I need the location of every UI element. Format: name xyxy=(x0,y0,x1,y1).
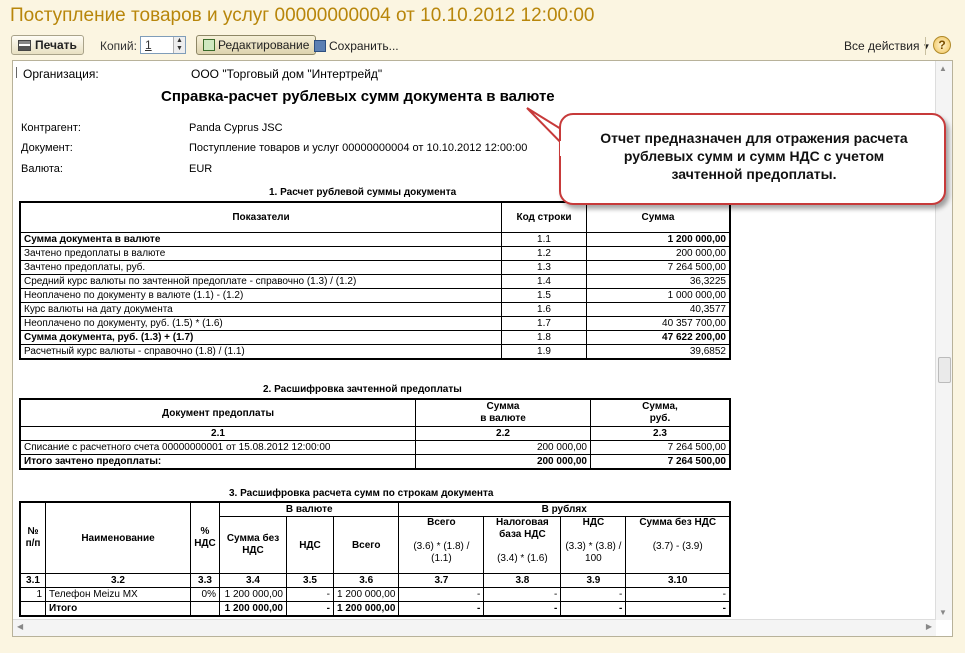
col-no: № п/п xyxy=(19,501,46,574)
table-row: Неоплачено по документу, руб. (1.5) * (1… xyxy=(19,315,731,331)
counterparty-label: Контрагент: xyxy=(21,122,81,134)
table-row: Расчетный курс валюты - справочно (1.8) … xyxy=(19,343,731,359)
counterparty-value: Panda Cyprus JSC xyxy=(189,122,283,134)
col-total: Всего xyxy=(332,516,400,574)
org-label: Организация: xyxy=(23,67,99,81)
section2-table: Документ предоплаты Сумма в валюте Сумма,… xyxy=(19,398,731,470)
all-actions-label: Все действия xyxy=(844,39,920,53)
org-value: ООО "Торговый дом "Интертрейд" xyxy=(191,67,383,81)
callout-tooltip: Отчет предназначен для отражения расчета… xyxy=(559,113,946,205)
copies-label: Копий: xyxy=(100,39,137,53)
col-vat-percent: % НДС xyxy=(190,501,220,574)
window-title: Поступление товаров и услуг 00000000004 … xyxy=(10,5,595,26)
col-name: Наименование xyxy=(45,501,191,574)
help-button[interactable]: ? xyxy=(933,36,951,54)
table-row: 1 Телефон Meizu MX 0% 1 200 000,00 - 1 2… xyxy=(19,587,731,602)
col-sum-currency: Сумма в валюте xyxy=(415,398,591,427)
table-row: Сумма документа, руб. (1.3) + (1.7) 1.8 47… xyxy=(19,329,731,345)
table-total-row: Итого зачтено предоплаты: 200 000,00 7 2… xyxy=(19,454,731,470)
col-rub-wo-vat: Сумма без НДС (3.7) - (3.9) xyxy=(625,516,731,574)
col-sum-rub: Сумма, руб. xyxy=(590,398,731,427)
print-button[interactable]: Печать xyxy=(11,35,84,55)
scrollbar-thumb[interactable] xyxy=(938,357,951,383)
callout-text: Отчет предназначен для отражения расчета… xyxy=(600,130,908,182)
print-label: Печать xyxy=(35,38,77,52)
col-vat: НДС xyxy=(286,516,334,574)
printer-icon xyxy=(18,39,31,51)
table-row: Сумма документа в валюте 1.1 1 200 000,00 xyxy=(19,231,731,247)
title-bar: Поступление товаров и услуг 00000000004 … xyxy=(0,0,965,30)
section3-title: 3. Расшифровка расчета сумм по строкам д… xyxy=(229,488,494,499)
section1-title: 1. Расчет рублевой суммы документа xyxy=(269,187,457,198)
section1-table: Показатели Код строки Сумма Сумма докуме… xyxy=(19,201,731,360)
floppy-icon xyxy=(314,40,326,52)
col-indicators: Показатели xyxy=(19,201,502,233)
document-label: Документ: xyxy=(21,142,73,154)
col-row-code: Код строки xyxy=(501,201,587,233)
toolbar: Печать Копий: 1 ▲ ▼ Редактирование Сохран… xyxy=(0,34,965,58)
chevron-down-icon: ▼ xyxy=(922,41,931,51)
col-sum-wo-vat: Сумма без НДС xyxy=(219,516,287,574)
edit-label: Редактирование xyxy=(218,38,310,52)
scroll-down-icon[interactable]: ▼ xyxy=(939,608,947,617)
save-button[interactable]: Сохранить... xyxy=(314,39,399,53)
edit-toggle-button[interactable]: Редактирование xyxy=(196,35,317,55)
horizontal-scrollbar[interactable]: ◀ ▶ xyxy=(13,619,936,636)
table-row: Зачтено предоплаты, руб. 1.3 7 264 500,00 xyxy=(19,259,731,275)
scroll-right-icon[interactable]: ▶ xyxy=(926,622,932,631)
currency-label: Валюта: xyxy=(21,163,63,175)
table-total-row: Итого 1 200 000,00 - 1 200 000,00 - - - … xyxy=(19,601,731,617)
table-row: Средний курс валюты по зачтенной предопл… xyxy=(19,273,731,289)
report-title: Справка-расчет рублевых сумм документа в… xyxy=(161,88,555,105)
toolbar-divider xyxy=(925,37,926,55)
copies-value[interactable]: 1 xyxy=(145,38,152,52)
edit-icon xyxy=(203,39,215,51)
table-row: Курс валюты на дату документа 1.6 40,3577 xyxy=(19,301,731,317)
scroll-up-icon[interactable]: ▲ xyxy=(939,64,947,73)
text-cursor xyxy=(16,67,18,78)
group-in-rub: В рублях xyxy=(398,501,731,517)
document-value: Поступление товаров и услуг 00000000004 … xyxy=(189,142,528,154)
all-actions-menu[interactable]: Все действия ▼ xyxy=(844,39,930,53)
col-tax-base: Налоговая база НДС (3.4) * (1.6) xyxy=(483,516,562,574)
col-rub-vat: НДС (3.3) * (3.8) / 100 xyxy=(560,516,627,574)
table-row: Списание с расчетного счета 00000000001 … xyxy=(19,440,731,455)
copies-stepper[interactable]: 1 ▲ ▼ xyxy=(140,36,186,54)
scroll-left-icon[interactable]: ◀ xyxy=(17,622,23,631)
stepper-arrows-icon[interactable]: ▲ ▼ xyxy=(173,37,185,53)
section3-table: № п/п Наименование % НДС В валюте В рубл… xyxy=(19,501,731,617)
currency-value: EUR xyxy=(189,163,213,175)
col-prepayment-doc: Документ предоплаты xyxy=(19,398,416,427)
table-row: Неоплачено по документу в валюте (1.1) -… xyxy=(19,287,731,303)
save-label: Сохранить... xyxy=(329,39,399,53)
col-sum: Сумма xyxy=(586,201,731,233)
section2-title: 2. Расшифровка зачтенной предоплаты xyxy=(263,384,462,395)
col-rub-total: Всего (3.6) * (1.8) / (1.1) xyxy=(398,516,485,574)
table-row: Зачтено предоплаты в валюте 1.2 200 000,00 xyxy=(19,245,731,261)
group-in-currency: В валюте xyxy=(218,501,400,517)
